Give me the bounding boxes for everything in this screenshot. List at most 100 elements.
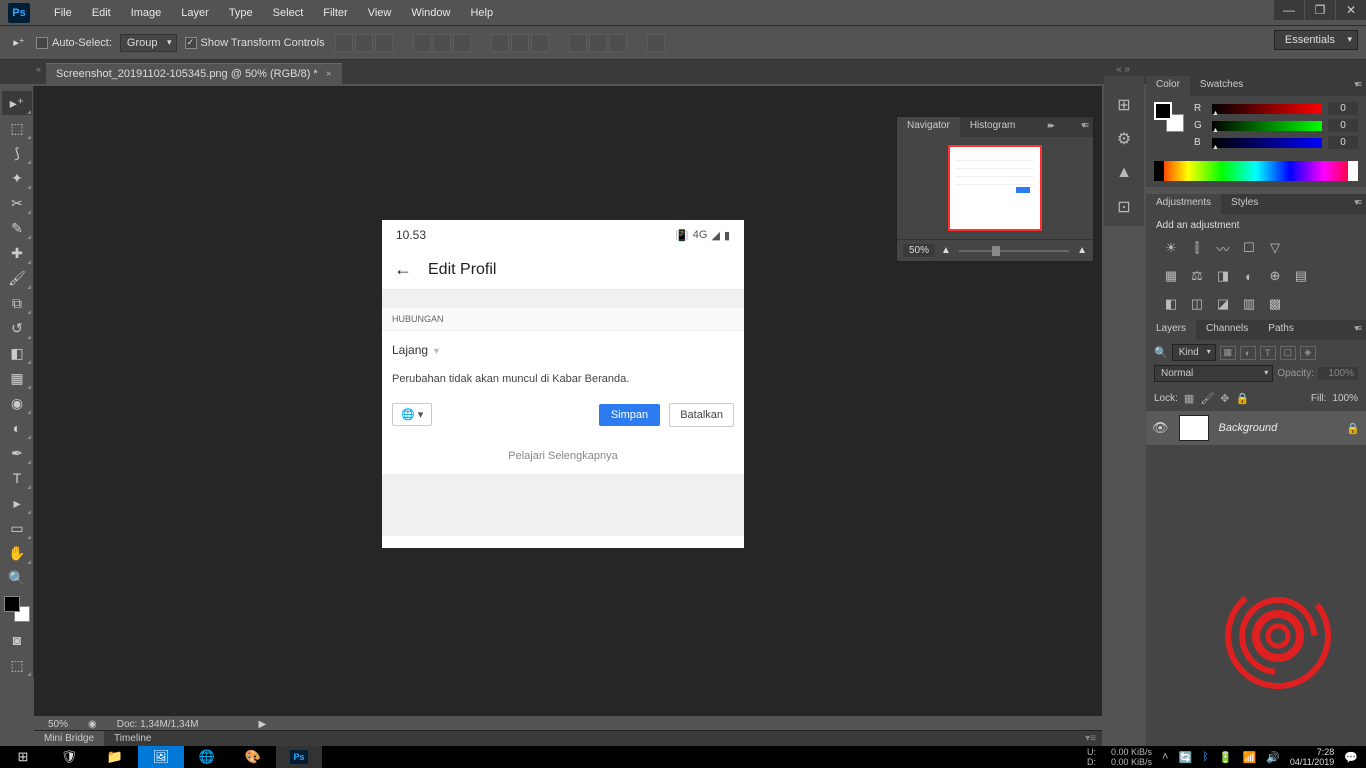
layer-background[interactable]: 👁 Background 🔒: [1146, 411, 1366, 445]
foreground-color[interactable]: [4, 596, 20, 612]
auto-select-checkbox[interactable]: [36, 37, 48, 49]
threshold-icon[interactable]: ◪: [1212, 295, 1234, 313]
start-button[interactable]: ⊞: [0, 746, 46, 768]
blur-tool[interactable]: ◉: [2, 391, 32, 415]
hand-tool[interactable]: ✋: [2, 541, 32, 565]
navigator-zoom[interactable]: 50%: [903, 244, 935, 257]
distribute-left-icon[interactable]: [569, 34, 587, 52]
fill-value[interactable]: 100%: [1332, 393, 1358, 404]
gradient-map-icon[interactable]: ▥: [1238, 295, 1260, 313]
lock-all-icon[interactable]: 🔒: [1236, 392, 1250, 405]
navigator-thumbnail[interactable]: [948, 145, 1042, 231]
levels-icon[interactable]: ⫿: [1186, 239, 1208, 257]
zoom-in-icon[interactable]: ▲: [1077, 245, 1087, 256]
panel-menu-icon[interactable]: ▾≡: [1079, 731, 1102, 746]
layer-filter-kind[interactable]: Kind: [1172, 344, 1216, 361]
show-transform-checkbox[interactable]: [185, 37, 197, 49]
align-left-icon[interactable]: [413, 34, 431, 52]
menu-filter[interactable]: Filter: [313, 7, 357, 19]
brush-tool[interactable]: 🖌: [2, 266, 32, 290]
navigator-collapse-icon[interactable]: ▸▸: [1042, 117, 1059, 137]
eyedropper-tool[interactable]: ✎: [2, 216, 32, 240]
navigator-menu-icon[interactable]: ▾≡: [1075, 117, 1093, 137]
healing-brush-tool[interactable]: ✚: [2, 241, 32, 265]
filter-type-icon[interactable]: T: [1260, 346, 1276, 360]
layer-lock-icon[interactable]: 🔒: [1346, 422, 1360, 435]
lock-position-icon[interactable]: ✥: [1220, 392, 1229, 405]
defender-icon[interactable]: 🛡: [46, 746, 92, 768]
color-spectrum[interactable]: [1154, 161, 1358, 181]
filter-pixel-icon[interactable]: ▦: [1220, 346, 1236, 360]
layer-thumbnail[interactable]: [1179, 415, 1209, 441]
dodge-tool[interactable]: ◐: [2, 416, 32, 440]
tab-layers[interactable]: Layers: [1146, 320, 1196, 340]
type-tool[interactable]: T: [2, 466, 32, 490]
tab-navigator[interactable]: Navigator: [897, 117, 960, 137]
tab-channels[interactable]: Channels: [1196, 320, 1258, 340]
align-right-icon[interactable]: [453, 34, 471, 52]
vibrance-icon[interactable]: ▽: [1264, 239, 1286, 257]
filter-smart-icon[interactable]: ◈: [1300, 346, 1316, 360]
tab-adjustments[interactable]: Adjustments: [1146, 194, 1221, 214]
window-minimize[interactable]: —: [1274, 0, 1304, 20]
tray-battery-icon[interactable]: 🔋: [1219, 751, 1233, 764]
auto-select-dropdown[interactable]: Group: [120, 34, 177, 52]
quick-mask-tool[interactable]: ◙: [2, 628, 32, 652]
brightness-icon[interactable]: ☀: [1160, 239, 1182, 257]
photo-filter-icon[interactable]: ◐: [1238, 267, 1260, 285]
lock-transparent-icon[interactable]: ▦: [1184, 392, 1194, 405]
distribute-top-icon[interactable]: [491, 34, 509, 52]
file-explorer-icon[interactable]: 📁: [92, 746, 138, 768]
path-selection-tool[interactable]: ▸: [2, 491, 32, 515]
bw-icon[interactable]: ◨: [1212, 267, 1234, 285]
window-restore[interactable]: ❐: [1305, 0, 1335, 20]
curves-icon[interactable]: 〰: [1212, 239, 1234, 257]
align-vcenter-icon[interactable]: [355, 34, 373, 52]
color-fg-bg-swatch[interactable]: [1154, 102, 1184, 132]
zoom-out-icon[interactable]: ▲: [941, 245, 951, 256]
close-tab-icon[interactable]: ×: [326, 69, 332, 80]
selective-color-icon[interactable]: ▩: [1264, 295, 1286, 313]
tray-volume-icon[interactable]: 🔊: [1266, 751, 1280, 764]
menu-window[interactable]: Window: [401, 7, 460, 19]
invert-icon[interactable]: ◧: [1160, 295, 1182, 313]
tab-color[interactable]: Color: [1146, 76, 1190, 96]
pen-tool[interactable]: ✒: [2, 441, 32, 465]
r-value[interactable]: 0: [1328, 102, 1358, 115]
doc-info-arrow[interactable]: ▶: [258, 719, 266, 730]
menu-select[interactable]: Select: [263, 7, 314, 19]
eraser-tool[interactable]: ◧: [2, 341, 32, 365]
lock-pixels-icon[interactable]: 🖌: [1200, 392, 1214, 405]
b-slider[interactable]: ▲: [1212, 138, 1322, 148]
b-value[interactable]: 0: [1328, 136, 1358, 149]
layers-menu-icon[interactable]: ▾≡: [1348, 320, 1366, 340]
magic-wand-tool[interactable]: ✦: [2, 166, 32, 190]
collapse-left-icon[interactable]: «: [36, 64, 44, 74]
align-hcenter-icon[interactable]: [433, 34, 451, 52]
exposure-icon[interactable]: ☐: [1238, 239, 1260, 257]
clock[interactable]: 7:28 04/11/2019: [1290, 747, 1334, 767]
tab-mini-bridge[interactable]: Mini Bridge: [34, 731, 104, 746]
doc-info-icon[interactable]: ◉: [88, 719, 97, 730]
notification-icon[interactable]: 💬: [1344, 751, 1358, 764]
tray-up-icon[interactable]: ˄: [1162, 751, 1168, 763]
balance-icon[interactable]: ⚖: [1186, 267, 1208, 285]
menu-edit[interactable]: Edit: [82, 7, 121, 19]
menu-layer[interactable]: Layer: [171, 7, 219, 19]
document-canvas[interactable]: 10.53 📳 4G ◢ ▮ ← Edit Profil HUBUNGAN La…: [382, 220, 744, 548]
crop-tool[interactable]: ✂: [2, 191, 32, 215]
navigator-zoom-slider[interactable]: [959, 250, 1069, 252]
posterize-icon[interactable]: ◫: [1186, 295, 1208, 313]
paint-icon[interactable]: 🎨: [230, 746, 276, 768]
document-tab[interactable]: Screenshot_20191102-105345.png @ 50% (RG…: [46, 63, 342, 84]
screen-mode-tool[interactable]: ⬚: [2, 653, 32, 677]
collapse-right-icon[interactable]: « »: [1116, 64, 1130, 75]
adjustments-strip-icon[interactable]: ⊡: [1109, 192, 1139, 222]
zoom-tool[interactable]: 🔍: [2, 566, 32, 590]
clone-stamp-tool[interactable]: ⧉: [2, 291, 32, 315]
window-close[interactable]: ✕: [1336, 0, 1366, 20]
tab-styles[interactable]: Styles: [1221, 194, 1268, 214]
align-bottom-icon[interactable]: [375, 34, 393, 52]
zoom-level[interactable]: 50%: [48, 719, 68, 730]
g-value[interactable]: 0: [1328, 119, 1358, 132]
